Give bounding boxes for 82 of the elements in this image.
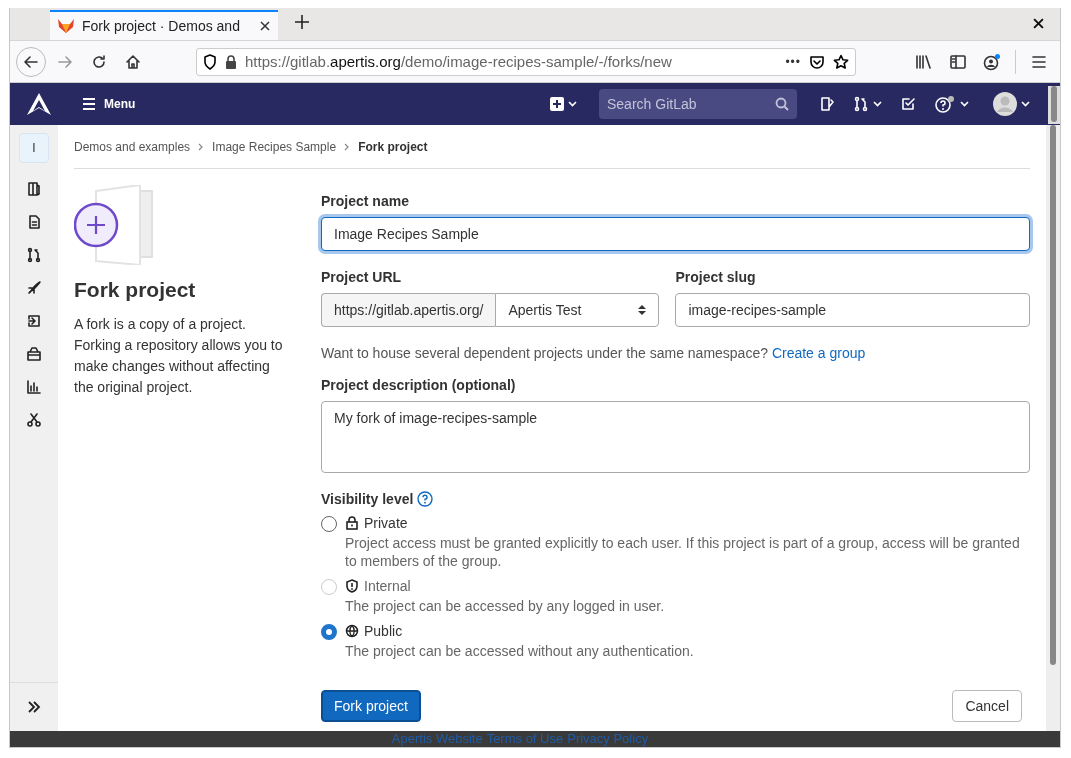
scrollbar-thumb[interactable]	[1050, 125, 1056, 665]
visibility-radio[interactable]	[321, 624, 337, 640]
visibility-option-description: The project can be accessed by any logged in user.	[345, 597, 665, 615]
help-icon[interactable]	[417, 491, 434, 507]
document-icon	[26, 213, 42, 230]
sidebar-icon	[949, 53, 967, 70]
star-icon[interactable]	[833, 53, 849, 70]
fork-description: A fork is a copy of a project. Forking a repository allows you to make changes without affecting the original project.	[74, 315, 284, 397]
scissors-icon	[26, 411, 42, 428]
logo-icon[interactable]	[26, 92, 52, 116]
account-icon	[983, 52, 1001, 71]
fox-icon	[58, 19, 74, 33]
arrow-left-icon	[23, 53, 39, 70]
group-hint: Want to house several dependent projects under the same namespace? Create a group	[321, 345, 867, 361]
field-label: Project slug	[675, 269, 757, 285]
package-icon	[26, 345, 42, 362]
shield-icon	[345, 579, 359, 593]
menu-button[interactable]: Menu	[76, 93, 142, 115]
deploy-icon	[26, 312, 42, 329]
visibility-label: Visibility level	[321, 491, 414, 507]
visibility-option-label: Private	[364, 515, 408, 531]
document-pencil-icon	[819, 96, 835, 112]
visibility-option-label: Public	[364, 623, 403, 639]
page-title: Fork project	[74, 278, 197, 302]
breadcrumb-link[interactable]: Image Recipes Sample	[212, 139, 337, 154]
checkbox-icon	[900, 96, 916, 112]
caret-icon	[960, 101, 969, 107]
url-prefix: https://gitlab.apertis.org/	[321, 293, 496, 327]
plus-icon	[294, 14, 310, 30]
close-icon	[1033, 18, 1044, 29]
create-group-link[interactable]: Create a group	[771, 345, 866, 361]
caret-icon	[568, 101, 577, 107]
menu-icon	[82, 98, 96, 110]
more-actions-icon[interactable]: •••	[785, 54, 801, 69]
help-icon	[934, 95, 956, 113]
project-slug-input[interactable]: image-recipes-sample	[675, 293, 1030, 327]
plus-square-icon	[550, 97, 564, 111]
lock-icon	[345, 516, 359, 530]
reload-icon	[91, 53, 107, 70]
browser-tab[interactable]: Fork project · Demos and	[50, 10, 278, 40]
breadcrumb-link[interactable]: Demos and examples	[74, 139, 191, 154]
chevron-icon	[344, 142, 351, 151]
field-label: Project URL	[321, 269, 403, 285]
bar-chart-icon	[26, 378, 42, 395]
library-icon	[915, 53, 933, 70]
fork-project-button[interactable]: Fork project	[321, 690, 421, 722]
field-label: Project name	[321, 193, 410, 209]
field-label: Project description (optional)	[321, 377, 517, 393]
home-icon	[125, 53, 141, 70]
namespace-select[interactable]: Apertis Test	[495, 293, 660, 327]
scrollbar[interactable]	[1046, 125, 1060, 731]
merge-request-icon	[853, 96, 869, 112]
chevron-icon	[198, 142, 205, 151]
lock-icon	[225, 54, 237, 69]
sort-caret-icon	[638, 304, 647, 316]
caret-icon	[873, 101, 882, 107]
breadcrumb-link[interactable]: Fork project	[358, 139, 428, 154]
menu-icon	[1031, 54, 1047, 69]
search-icon	[775, 97, 789, 111]
arrow-right-icon	[57, 53, 73, 70]
page-icon	[26, 180, 42, 197]
tab-title: Fork project · Demos and	[82, 18, 241, 34]
double-chevron-icon	[27, 701, 41, 713]
rocket-icon	[26, 279, 42, 296]
shield-icon	[203, 53, 217, 70]
pocket-icon[interactable]	[809, 53, 825, 70]
address-bar[interactable]: https://gitlab.apertis.org/demo/image-recipes-sample/-/forks/new •••	[196, 47, 856, 76]
project-name-input[interactable]: Image Recipes Sample	[321, 217, 1030, 251]
description-textarea[interactable]: My fork of image-recipes-sample	[321, 401, 1030, 473]
globe-icon	[345, 624, 359, 638]
visibility-option-label: Internal	[364, 578, 411, 594]
visibility-option-description: The project can be accessed without any authentication.	[345, 642, 694, 660]
url-text: https://gitlab.apertis.org/demo/image-recipes-sample/-/forks/new	[245, 53, 673, 70]
merge-request-icon	[26, 246, 42, 263]
project-avatar[interactable]: I	[19, 133, 49, 163]
visibility-radio[interactable]	[321, 516, 337, 532]
visibility-option-description: Project access must be granted explicitly to each user. If this project is part of a group, access will be granted to members of the group.	[345, 534, 1021, 570]
avatar-icon	[993, 92, 1017, 116]
close-icon[interactable]	[260, 21, 270, 31]
search-field[interactable]: Search GitLab	[599, 89, 797, 119]
cancel-button[interactable]: Cancel	[952, 690, 1022, 722]
caret-icon	[1021, 101, 1030, 107]
